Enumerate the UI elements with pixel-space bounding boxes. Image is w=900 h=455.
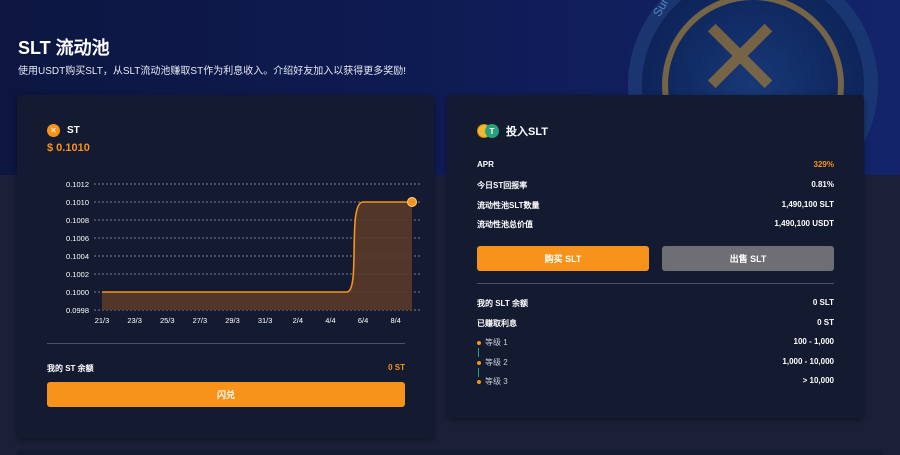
pool-value-value: 1,490,100 USDT xyxy=(774,219,834,228)
y-tick-label: 0.1000 xyxy=(66,288,89,297)
x-tick-label: 4/4 xyxy=(325,316,335,325)
level-connector xyxy=(478,348,479,357)
token-header: ✕ ST xyxy=(47,124,80,137)
level-label: 等级 3 xyxy=(485,377,508,386)
pool-slt-value: 1,490,100 SLT xyxy=(781,200,834,209)
earned-interest-row: 已赚取利息 0 ST xyxy=(477,318,834,329)
sell-slt-button[interactable]: 出售 SLT xyxy=(662,246,834,271)
x-tick-label: 23/3 xyxy=(127,316,142,325)
x-tick-label: 21/3 xyxy=(95,316,110,325)
earned-interest-value: 0 ST xyxy=(817,318,834,327)
price-card: ✕ ST $ 0.1010 0.1012 0.1010 0.1008 0.1006 0.… xyxy=(17,95,434,438)
st-balance-label: 我的 ST 余额 xyxy=(47,364,94,373)
y-tick-label: 0.1002 xyxy=(66,270,89,279)
x-tick-label: 8/4 xyxy=(390,316,400,325)
daily-return-row: 今日ST回报率 0.81% xyxy=(477,180,834,191)
level-label: 等级 1 xyxy=(485,338,508,347)
apr-row: APR 329% xyxy=(477,160,834,169)
slt-usdt-pair-icon: T xyxy=(477,124,499,138)
y-tick-label: 0.1010 xyxy=(66,198,89,207)
pool-value-row: 流动性池总价值 1,490,100 USDT xyxy=(477,219,834,230)
y-tick-label: 0.1012 xyxy=(66,180,89,189)
level-row: 等级 1 100 - 1,000 xyxy=(477,337,834,348)
level-dot-icon xyxy=(477,340,481,345)
pool-slt-row: 流动性池SLT数量 1,490,100 SLT xyxy=(477,200,834,211)
pool-slt-label: 流动性池SLT数量 xyxy=(477,201,540,210)
pool-value-label: 流动性池总价值 xyxy=(477,220,533,229)
flash-swap-button[interactable]: 闪兑 xyxy=(47,382,405,407)
level-dot-icon xyxy=(477,379,481,384)
token-symbol: ST xyxy=(67,125,80,136)
level-range: 100 - 1,000 xyxy=(793,337,834,346)
token-price: $ 0.1010 xyxy=(47,142,90,154)
slt-balance-value: 0 SLT xyxy=(812,298,834,307)
invest-title: 投入SLT xyxy=(506,126,548,138)
buy-slt-button[interactable]: 购买 SLT xyxy=(477,246,649,271)
divider xyxy=(477,283,834,284)
x-tick-label: 27/3 xyxy=(193,316,208,325)
level-dot-icon xyxy=(477,360,481,365)
x-tick-label: 25/3 xyxy=(160,316,175,325)
slt-balance-label: 我的 SLT 余额 xyxy=(477,299,528,308)
slt-balance-row: 我的 SLT 余额 0 SLT xyxy=(477,298,834,309)
x-coin-icon: ✕ xyxy=(47,124,60,137)
y-tick-label: 0.0998 xyxy=(66,306,89,315)
level-label: 等级 2 xyxy=(485,358,508,367)
level-range: > 10,000 xyxy=(802,376,834,385)
apr-label: APR xyxy=(477,160,494,169)
page-subtitle: 使用USDT购买SLT，从SLT流动池赚取ST作为利息收入。介绍好友加入以获得更… xyxy=(18,66,406,77)
level-range: 1,000 - 10,000 xyxy=(782,357,834,366)
invest-card: T 投入SLT APR 329% 今日ST回报率 0.81% 流动性池SLT数量… xyxy=(447,95,864,418)
price-chart: 0.1012 0.1010 0.1008 0.1006 0.1004 0.1002 0.10… xyxy=(66,180,420,325)
x-tick-label: 31/3 xyxy=(258,316,273,325)
apr-value: 329% xyxy=(813,160,834,169)
y-tick-label: 0.1008 xyxy=(66,216,89,225)
x-tick-label: 2/4 xyxy=(293,316,303,325)
st-balance-value: 0 ST xyxy=(388,363,405,372)
last-point[interactable] xyxy=(407,197,417,207)
y-tick-label: 0.1004 xyxy=(66,252,89,261)
level-row: 等级 3 > 10,000 xyxy=(477,376,834,387)
x-tick-label: 29/3 xyxy=(225,316,240,325)
x-tick-label: 6/4 xyxy=(358,316,368,325)
earned-interest-label: 已赚取利息 xyxy=(477,319,517,328)
y-tick-label: 0.1006 xyxy=(66,234,89,243)
page-title: SLT 流动池 xyxy=(18,38,110,58)
daily-return-label: 今日ST回报率 xyxy=(477,181,528,190)
next-section-edge xyxy=(17,450,883,455)
st-balance-row: 我的 ST 余额 0 ST xyxy=(47,363,405,374)
level-row: 等级 2 1,000 - 10,000 xyxy=(477,357,834,368)
invest-header: T 投入SLT xyxy=(477,123,548,139)
divider xyxy=(47,343,405,344)
series-area xyxy=(102,202,412,310)
daily-return-value: 0.81% xyxy=(811,180,834,189)
